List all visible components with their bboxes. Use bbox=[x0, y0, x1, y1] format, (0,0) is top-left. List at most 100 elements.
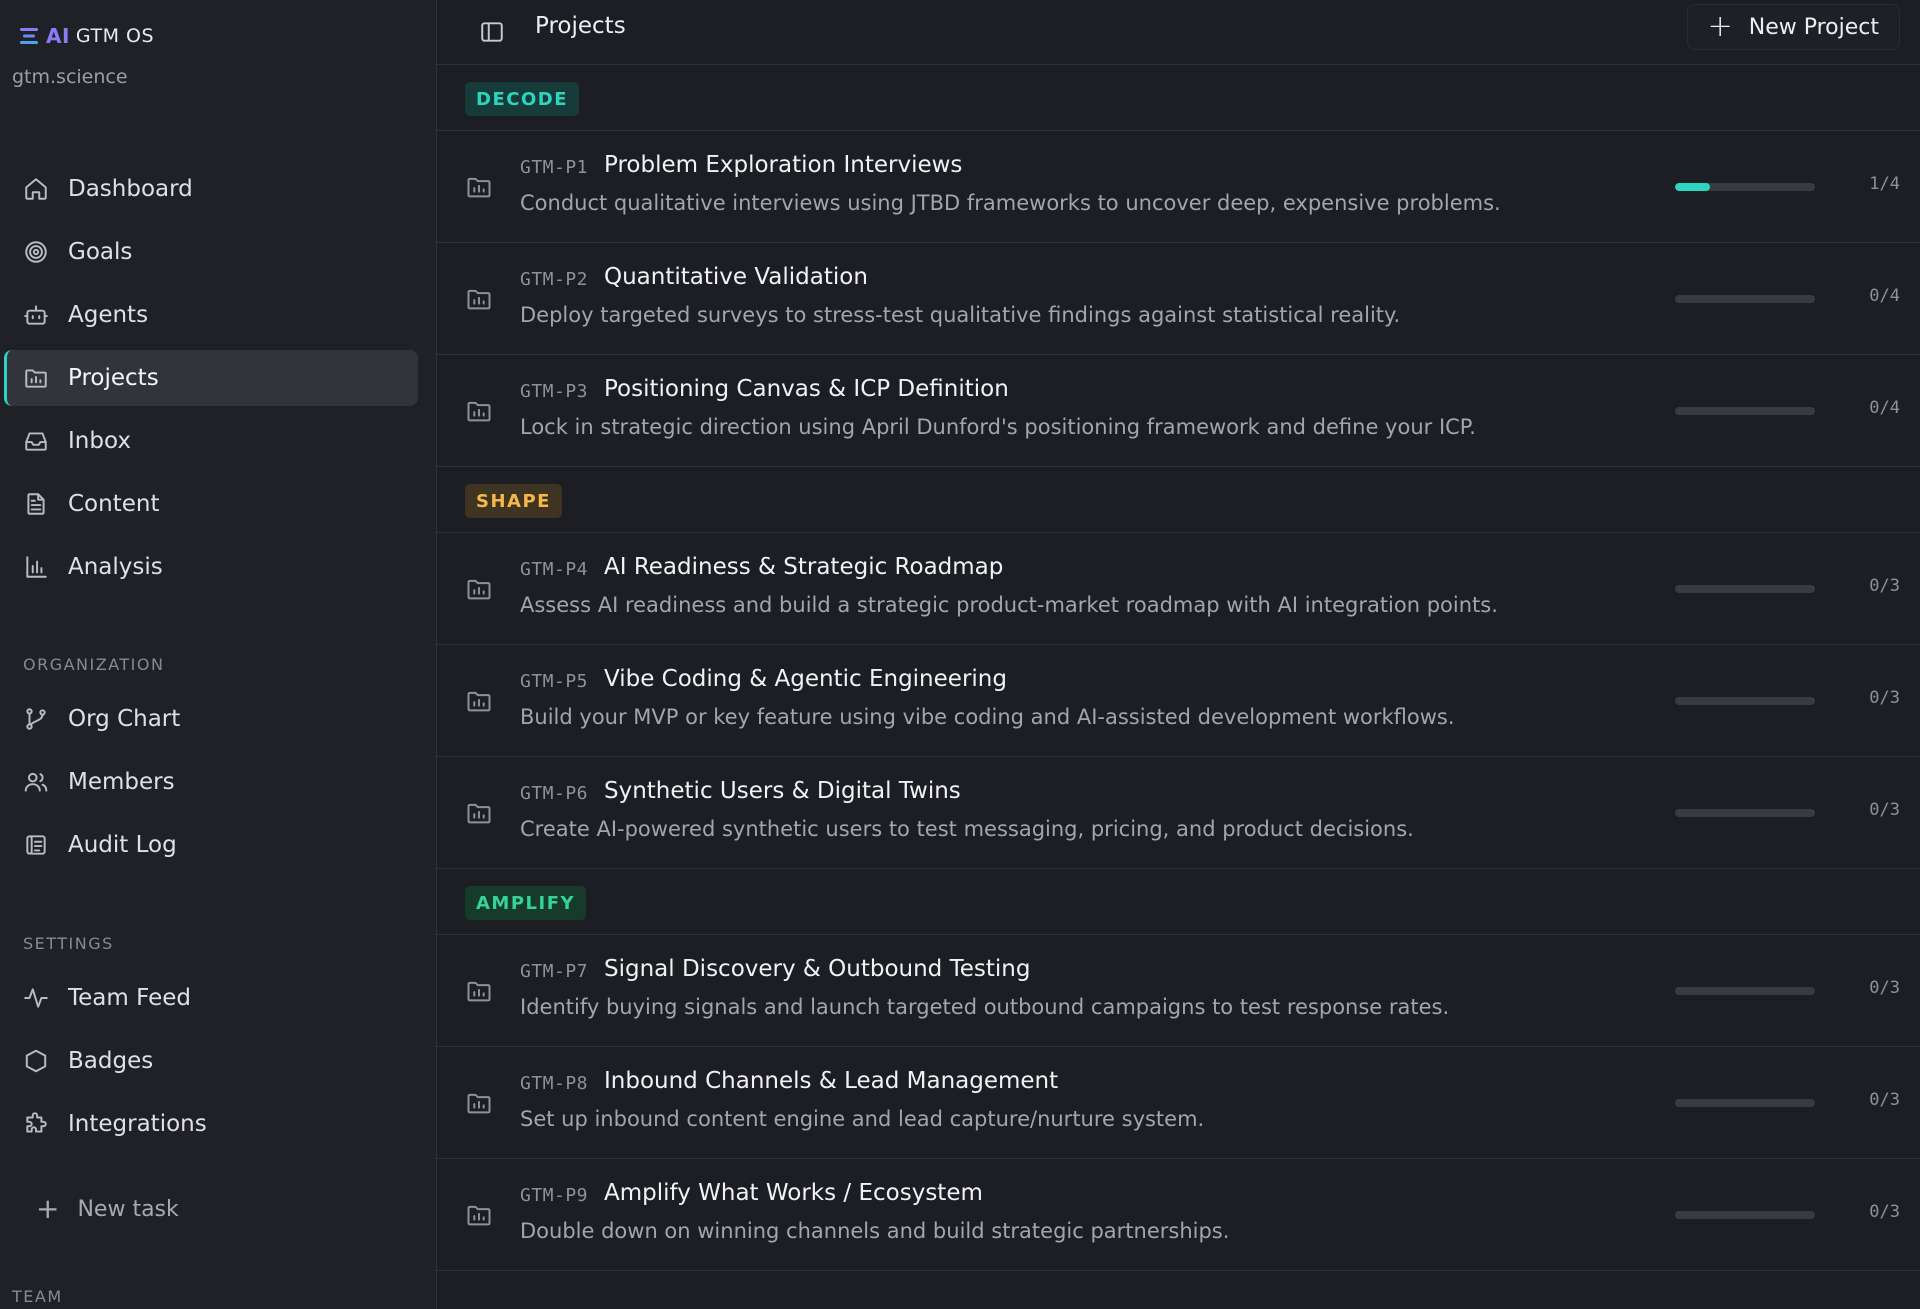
project-description: Set up inbound content engine and lead c… bbox=[520, 1107, 1205, 1131]
new-project-button[interactable]: + New Project bbox=[1686, 4, 1900, 50]
progress-bar bbox=[1675, 183, 1815, 191]
section-label-organization: ORGANIZATION bbox=[23, 655, 165, 674]
sidebar-item-projects[interactable]: Projects bbox=[4, 350, 418, 406]
sidebar-item-inbox[interactable]: Inbox bbox=[4, 413, 418, 469]
main-content: Projects + New Project DECODE GTM-P1 Prob… bbox=[437, 0, 1920, 1309]
progress-bar bbox=[1675, 809, 1815, 817]
bot-icon bbox=[22, 301, 50, 329]
sidebar-item-goals[interactable]: Goals bbox=[4, 224, 418, 280]
project-title[interactable]: Vibe Coding & Agentic Engineering bbox=[604, 666, 1007, 692]
brand-ai: AI bbox=[46, 24, 70, 48]
project-row[interactable]: GTM-P9 Amplify What Works / Ecosystem Doub… bbox=[437, 1159, 1920, 1271]
sidebar-item-integrations[interactable]: Integrations bbox=[4, 1096, 418, 1152]
sidebar-item-label: Org Chart bbox=[68, 706, 181, 732]
progress-bar bbox=[1675, 295, 1815, 303]
sidebar-item-label: Goals bbox=[68, 239, 133, 265]
project-description: Lock in strategic direction using April … bbox=[520, 415, 1476, 439]
workspace-domain: gtm.science bbox=[12, 66, 128, 88]
sidebar-item-audit-log[interactable]: Audit Log bbox=[4, 817, 418, 873]
project-title[interactable]: Signal Discovery & Outbound Testing bbox=[604, 956, 1030, 982]
panel-left-icon bbox=[481, 22, 503, 42]
progress-count: 0/3 bbox=[1869, 688, 1900, 708]
project-title[interactable]: Inbound Channels & Lead Management bbox=[604, 1068, 1058, 1094]
project-code: GTM-P3 bbox=[520, 381, 589, 402]
project-row[interactable]: GTM-P1 Problem Exploration Interviews Cond… bbox=[437, 131, 1920, 243]
sidebar-item-badges[interactable]: Badges bbox=[4, 1033, 418, 1089]
folder-chart-icon bbox=[465, 977, 493, 1005]
git-branch-icon bbox=[22, 705, 50, 733]
progress-count: 1/4 bbox=[1869, 174, 1900, 194]
sidebar: AI GTM OS gtm.science Dashboard Goals Ag… bbox=[0, 0, 437, 1309]
project-row[interactable]: GTM-P8 Inbound Channels & Lead Management… bbox=[437, 1047, 1920, 1159]
project-row[interactable]: GTM-P2 Quantitative Validation Deploy targ… bbox=[437, 243, 1920, 355]
project-row[interactable]: GTM-P5 Vibe Coding & Agentic Engineering B… bbox=[437, 645, 1920, 757]
new-task-label: New task bbox=[77, 1196, 179, 1222]
folder-chart-icon bbox=[465, 173, 493, 201]
phase-tag: DECODE bbox=[465, 82, 579, 116]
project-title[interactable]: AI Readiness & Strategic Roadmap bbox=[604, 554, 1003, 580]
sidebar-toggle-button[interactable] bbox=[475, 15, 509, 49]
progress-bar bbox=[1675, 1211, 1815, 1219]
project-code: GTM-P7 bbox=[520, 961, 589, 982]
project-description: Build your MVP or key feature using vibe… bbox=[520, 705, 1455, 729]
progress-count: 0/3 bbox=[1869, 576, 1900, 596]
progress-bar bbox=[1675, 585, 1815, 593]
progress-bar bbox=[1675, 987, 1815, 995]
folder-chart-icon bbox=[22, 364, 50, 392]
page-title: Projects bbox=[535, 13, 626, 39]
scroll-icon bbox=[22, 831, 50, 859]
sidebar-item-label: Analysis bbox=[68, 554, 163, 580]
project-title[interactable]: Positioning Canvas & ICP Definition bbox=[604, 376, 1009, 402]
puzzle-icon bbox=[22, 1110, 50, 1138]
group-header-decode: DECODE bbox=[437, 65, 1920, 131]
folder-chart-icon bbox=[465, 687, 493, 715]
sidebar-item-label: Integrations bbox=[68, 1111, 207, 1137]
sidebar-item-members[interactable]: Members bbox=[4, 754, 418, 810]
group-header-shape: SHAPE bbox=[437, 467, 1920, 533]
project-row[interactable]: GTM-P4 AI Readiness & Strategic Roadmap As… bbox=[437, 533, 1920, 645]
section-label-settings: SETTINGS bbox=[23, 934, 114, 953]
folder-chart-icon bbox=[465, 1201, 493, 1229]
project-row[interactable]: GTM-P7 Signal Discovery & Outbound Testin… bbox=[437, 935, 1920, 1047]
sidebar-item-analysis[interactable]: Analysis bbox=[4, 539, 418, 595]
project-code: GTM-P6 bbox=[520, 783, 589, 804]
sidebar-item-agents[interactable]: Agents bbox=[4, 287, 418, 343]
sidebar-item-team-feed[interactable]: Team Feed bbox=[4, 970, 418, 1026]
activity-icon bbox=[22, 984, 50, 1012]
home-icon bbox=[22, 175, 50, 203]
progress-count: 0/3 bbox=[1869, 1090, 1900, 1110]
brand-logo[interactable]: AI GTM OS bbox=[18, 24, 154, 48]
sidebar-item-label: Audit Log bbox=[68, 832, 177, 858]
section-label-team: TEAM bbox=[12, 1287, 63, 1306]
sidebar-item-dashboard[interactable]: Dashboard bbox=[4, 161, 418, 217]
group-header-amplify: AMPLIFY bbox=[437, 869, 1920, 935]
project-title[interactable]: Synthetic Users & Digital Twins bbox=[604, 778, 961, 804]
hexagon-icon bbox=[22, 1047, 50, 1075]
project-row[interactable]: GTM-P3 Positioning Canvas & ICP Definitio… bbox=[437, 355, 1920, 467]
sidebar-item-label: Members bbox=[68, 769, 175, 795]
progress-count: 0/4 bbox=[1869, 286, 1900, 306]
sidebar-item-label: Content bbox=[68, 491, 160, 517]
project-code: GTM-P8 bbox=[520, 1073, 589, 1094]
sidebar-item-org-chart[interactable]: Org Chart bbox=[4, 691, 418, 747]
users-icon bbox=[22, 768, 50, 796]
sidebar-item-content[interactable]: Content bbox=[4, 476, 418, 532]
project-description: Conduct qualitative interviews using JTB… bbox=[520, 191, 1501, 215]
progress-count: 0/4 bbox=[1869, 398, 1900, 418]
project-title[interactable]: Quantitative Validation bbox=[604, 264, 868, 290]
new-project-label: New Project bbox=[1748, 14, 1879, 40]
progress-fill bbox=[1675, 183, 1710, 191]
project-code: GTM-P9 bbox=[520, 1185, 589, 1206]
project-title[interactable]: Problem Exploration Interviews bbox=[604, 152, 962, 178]
project-description: Create AI-powered synthetic users to tes… bbox=[520, 817, 1414, 841]
folder-chart-icon bbox=[465, 285, 493, 313]
project-code: GTM-P5 bbox=[520, 671, 589, 692]
project-title[interactable]: Amplify What Works / Ecosystem bbox=[604, 1180, 983, 1206]
new-task-button[interactable]: + New task bbox=[36, 1195, 179, 1223]
project-row[interactable]: GTM-P6 Synthetic Users & Digital Twins Cre… bbox=[437, 757, 1920, 869]
progress-bar bbox=[1675, 697, 1815, 705]
folder-chart-icon bbox=[465, 1089, 493, 1117]
project-list: DECODE GTM-P1 Problem Exploration Intervi… bbox=[437, 65, 1920, 1271]
sidebar-item-label: Badges bbox=[68, 1048, 154, 1074]
folder-chart-icon bbox=[465, 799, 493, 827]
